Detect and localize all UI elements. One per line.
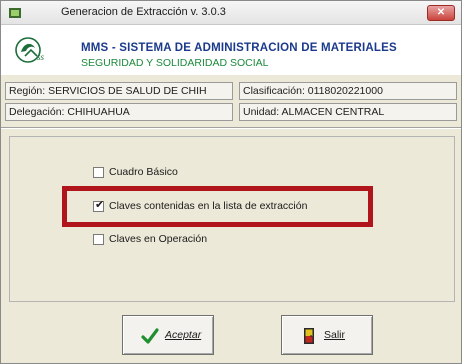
window-title: Generacion de Extracción v. 3.0.3 — [61, 6, 226, 18]
app-icon — [9, 8, 21, 18]
region-field: Región: SERVICIOS DE SALUD DE CHIH — [5, 82, 233, 100]
claves-operacion-checkbox[interactable] — [93, 234, 104, 245]
check-icon — [141, 328, 159, 344]
unidad-field: Unidad: ALMACEN CENTRAL — [239, 103, 457, 121]
cuadro-basico-label[interactable]: Cuadro Básico — [109, 166, 178, 178]
accept-label: Aceptar — [165, 329, 202, 341]
app-header: ss MMS - SISTEMA DE ADMINISTRACION DE MA… — [1, 25, 461, 75]
accept-button[interactable]: Aceptar — [122, 315, 214, 355]
system-title: MMS - SISTEMA DE ADMINISTRACION DE MATER… — [81, 42, 397, 54]
exit-button[interactable]: Salir — [281, 315, 373, 355]
imss-eagle-logo: ss — [15, 37, 45, 63]
close-button[interactable]: ✕ — [427, 5, 455, 21]
divider — [1, 127, 461, 129]
delegacion-field: Delegación: CHIHUAHUA — [5, 103, 233, 121]
info-panel: Región: SERVICIOS DE SALUD DE CHIH Clasi… — [1, 79, 461, 123]
dialog-window: Generacion de Extracción v. 3.0.3 ✕ ss M… — [0, 0, 462, 364]
door-exit-icon — [304, 328, 314, 344]
claves-operacion-label[interactable]: Claves en Operación — [109, 233, 207, 245]
svg-text:ss: ss — [37, 52, 45, 62]
title-bar[interactable]: Generacion de Extracción v. 3.0.3 ✕ — [1, 1, 461, 25]
selection-highlight — [62, 186, 373, 227]
system-subtitle: SEGURIDAD Y SOLIDARIDAD SOCIAL — [81, 57, 269, 69]
exit-label: Salir — [324, 329, 346, 341]
cuadro-basico-checkbox[interactable] — [93, 167, 104, 178]
clasificacion-field: Clasificación: 0118020221000 — [239, 82, 457, 100]
